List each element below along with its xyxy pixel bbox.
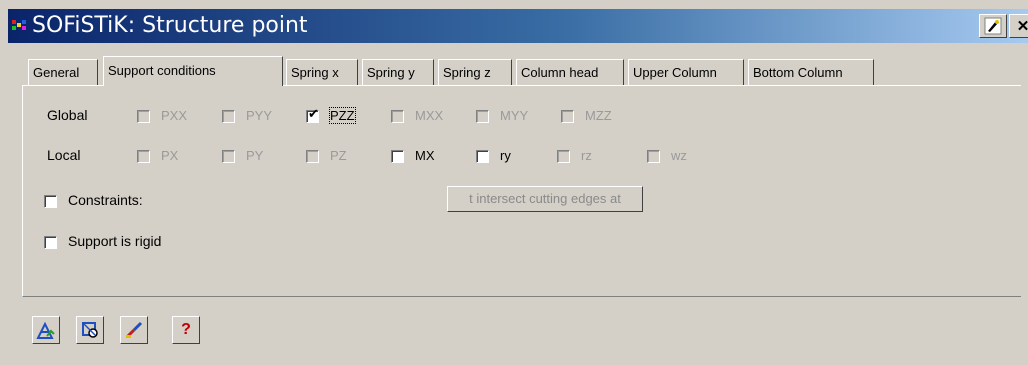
checkbox-pz-label: PZ — [330, 148, 347, 163]
checkbox-pzz[interactable]: ✔ — [306, 106, 319, 123]
checkbox-pyy[interactable] — [222, 110, 235, 123]
checkbox-myy-label: MYY — [500, 108, 529, 123]
tab-column-head[interactable]: Column head — [516, 59, 624, 85]
context-help-button[interactable] — [979, 14, 1007, 38]
settings-button[interactable] — [76, 316, 104, 344]
help-button[interactable]: ? — [172, 316, 200, 344]
apply-button[interactable] — [32, 316, 60, 344]
checkbox-py-label: PY — [246, 148, 264, 163]
intersect-cutting-edges-button[interactable]: t intersect cutting edges at — [447, 186, 643, 212]
global-label: Global — [47, 107, 88, 123]
checkbox-py[interactable] — [222, 150, 235, 163]
help-question-icon: ? — [181, 321, 191, 338]
title-bar[interactable]: SOFiSTiK: Structure point ✕ — [8, 9, 1028, 43]
brush-edit-icon — [125, 321, 143, 339]
tab-support-conditions[interactable]: Support conditions — [103, 56, 283, 86]
checkbox-ry[interactable] — [476, 150, 489, 163]
edit-button[interactable] — [120, 316, 148, 344]
tab-general[interactable]: General — [28, 59, 98, 85]
checkbox-pxx[interactable] — [137, 110, 150, 123]
sofistik-logo-icon — [12, 20, 26, 30]
structure-settings-icon — [82, 322, 98, 338]
checkbox-rz[interactable] — [557, 150, 570, 163]
window-title: SOFiSTiK: Structure point — [32, 13, 308, 38]
checkbox-px-label: PX — [161, 148, 179, 163]
checkbox-wz[interactable] — [647, 150, 660, 163]
constraints-label: Constraints: — [68, 192, 143, 208]
checkbox-px[interactable] — [137, 150, 150, 163]
close-icon: ✕ — [1016, 18, 1028, 35]
checkbox-pxx-label: PXX — [161, 108, 188, 123]
checkbox-wz-label: wz — [671, 148, 687, 163]
pen-help-icon — [984, 17, 1002, 35]
checkbox-mxx[interactable] — [391, 110, 404, 123]
checkbox-ry-label: ry — [500, 148, 511, 163]
tab-bottom-column[interactable]: Bottom Column — [748, 59, 874, 85]
checkbox-pyy-label: PYY — [246, 108, 273, 123]
checkbox-mx-label: MX — [415, 148, 435, 163]
checkbox-mzz-label: MZZ — [585, 108, 612, 123]
local-label: Local — [47, 147, 81, 163]
check-mark-icon: ✔ — [308, 106, 319, 121]
checkbox-support-rigid[interactable] — [44, 236, 57, 249]
checkbox-pz[interactable] — [306, 150, 319, 163]
checkbox-pzz-label: PZZ — [329, 107, 356, 124]
tab-upper-column[interactable]: Upper Column — [628, 59, 744, 85]
support-rigid-label: Support is rigid — [68, 233, 162, 249]
checkbox-mzz[interactable] — [561, 110, 574, 123]
checkbox-constraints[interactable] — [44, 195, 57, 208]
tab-spring-x[interactable]: Spring x — [286, 59, 358, 85]
tab-spring-y[interactable]: Spring y — [362, 59, 434, 85]
checkbox-rz-label: rz — [581, 148, 592, 163]
tab-spring-z[interactable]: Spring z — [438, 59, 512, 85]
checkbox-myy[interactable] — [476, 110, 489, 123]
close-button[interactable]: ✕ — [1009, 14, 1028, 38]
dialog-window: SOFiSTiK: Structure point ✕ General Supp… — [0, 0, 1028, 365]
checkbox-mxx-label: MXX — [415, 108, 444, 123]
structure-apply-icon — [36, 321, 55, 339]
checkbox-mx[interactable] — [391, 150, 404, 163]
